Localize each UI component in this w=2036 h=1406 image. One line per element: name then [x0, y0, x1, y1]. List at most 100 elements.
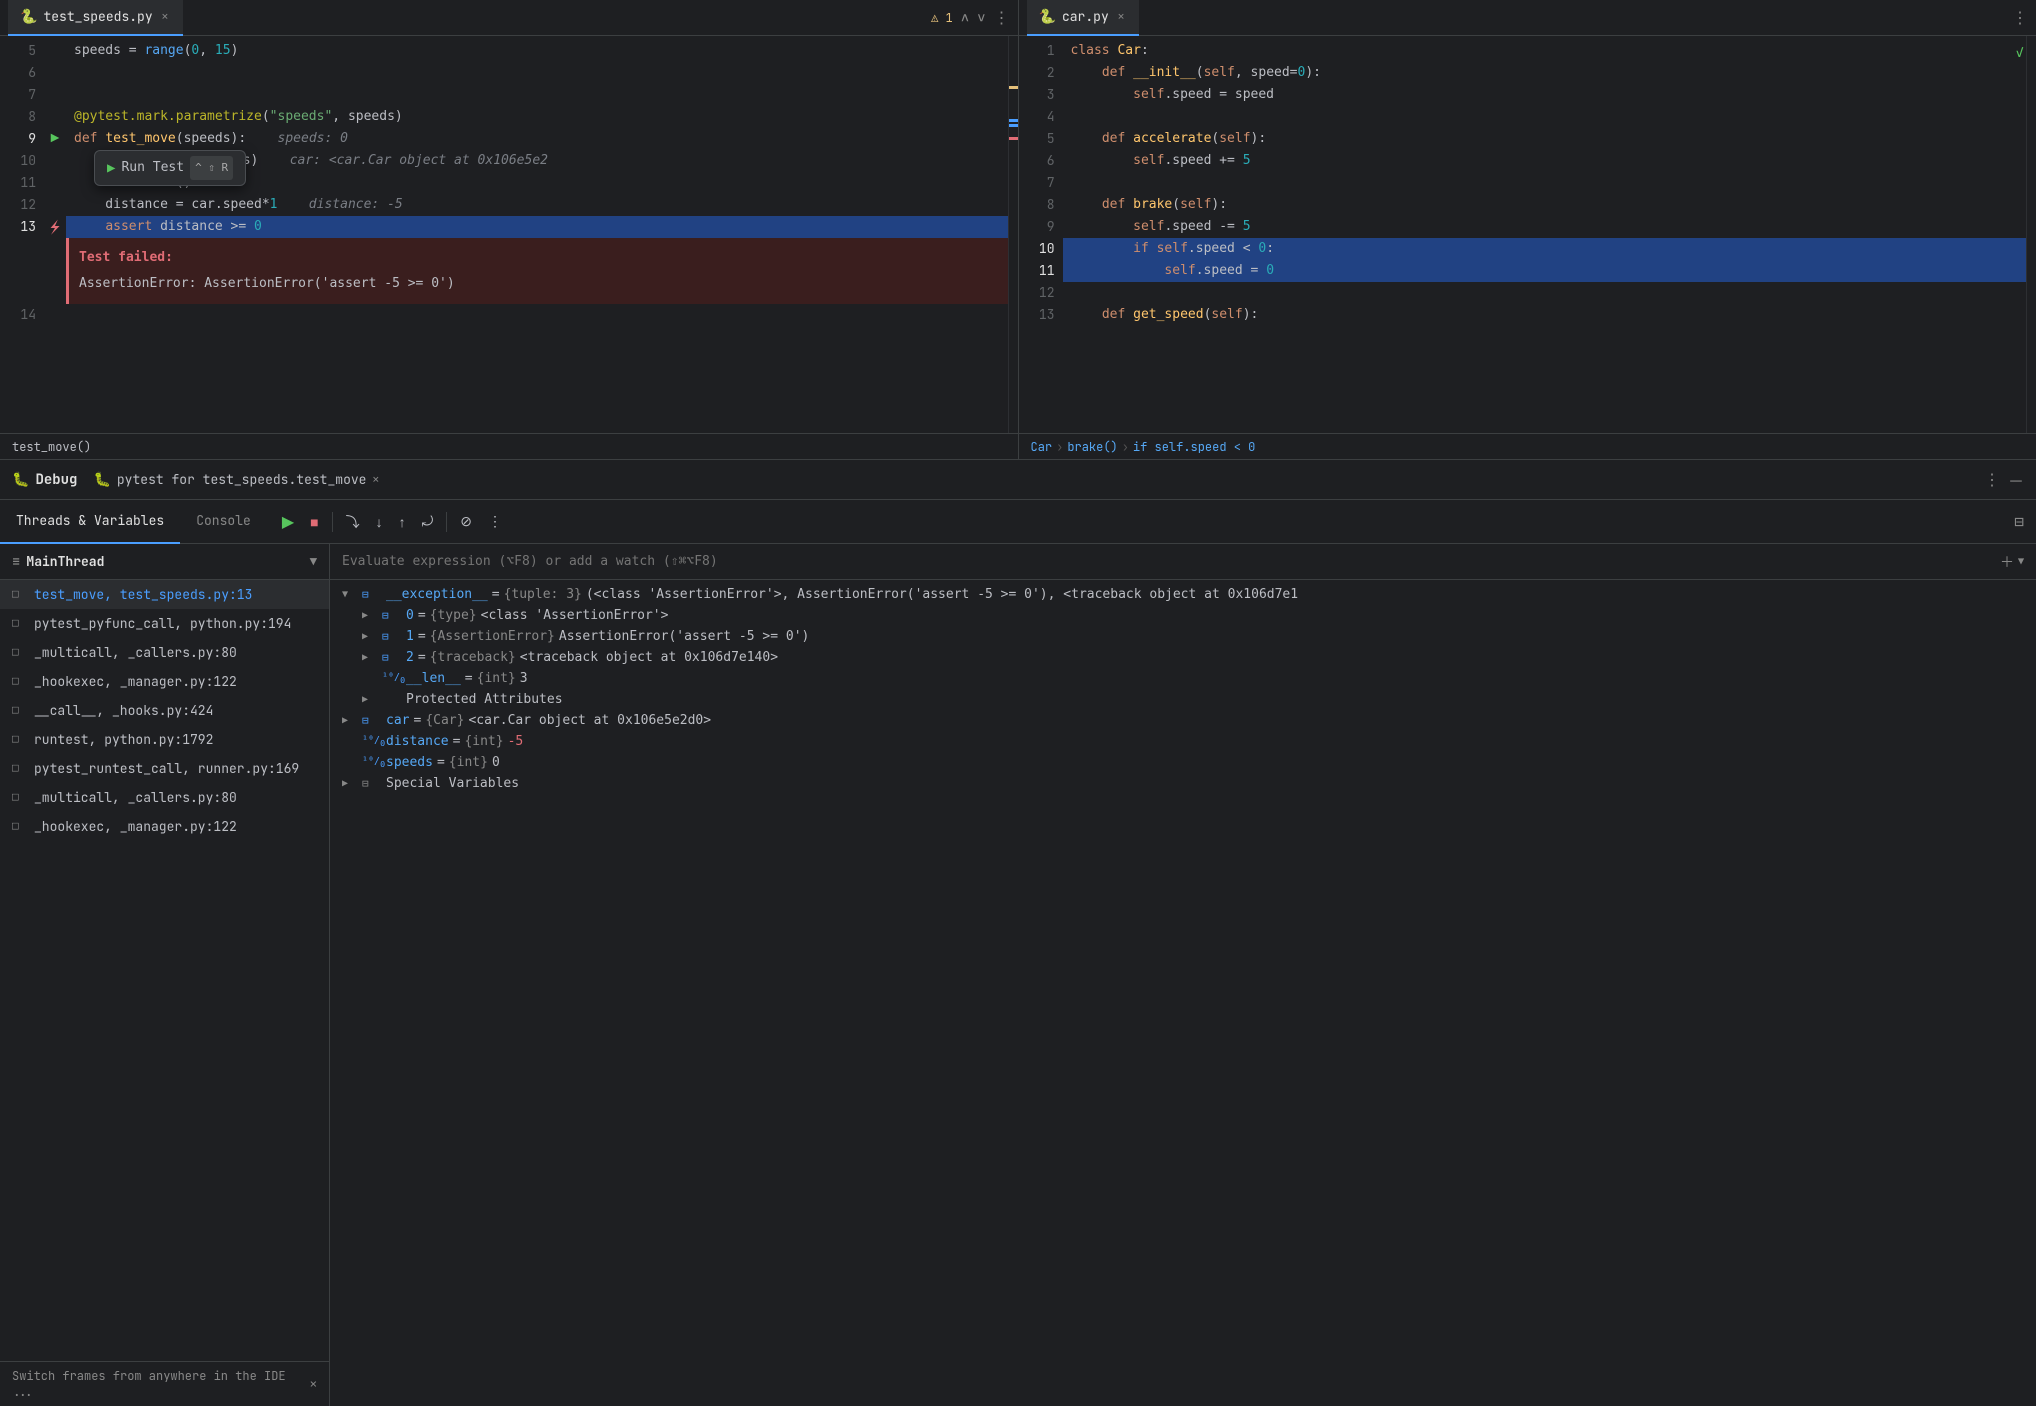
- step-over-button[interactable]: ⤵: [339, 508, 367, 536]
- tab-test-speeds-close[interactable]: ✕: [159, 9, 172, 25]
- resume-button[interactable]: ▶: [275, 508, 301, 536]
- scroll-mark-error: [1009, 137, 1018, 140]
- session-close[interactable]: ✕: [372, 473, 379, 487]
- frame-pytest-pyfunc[interactable]: □ pytest_pyfunc_call, python.py:194: [0, 609, 329, 638]
- protected-expand: ▶: [362, 694, 378, 705]
- minimize-icon[interactable]: －: [2008, 468, 2024, 492]
- var-0[interactable]: ▶ ⊟ 0 = {type} <class 'AssertionError'>: [330, 605, 2036, 626]
- frame-icon-8: □: [12, 820, 26, 834]
- var0-expand: ▶: [362, 610, 378, 621]
- add-watch-btn[interactable]: ＋ ▼: [2000, 552, 2024, 572]
- expr-input[interactable]: [342, 554, 1992, 569]
- special-name: Special Variables: [386, 776, 519, 791]
- nav-up-icon[interactable]: ∧: [961, 9, 969, 27]
- var1-expand: ▶: [362, 631, 378, 642]
- gutter: ▶ ⚡: [44, 36, 66, 433]
- var-special[interactable]: ▶ ⊟ Special Variables: [330, 773, 2036, 794]
- var-len[interactable]: ¹⁰/0 __len__ = {int} 3: [330, 668, 2036, 689]
- switch-frames-close[interactable]: ✕: [310, 1376, 317, 1392]
- mute-breakpoints-button[interactable]: ⊘: [453, 509, 479, 534]
- add-icon: ＋: [2000, 552, 2014, 572]
- frame-test-move[interactable]: □ test_move, test_speeds.py:13: [0, 580, 329, 609]
- var-2[interactable]: ▶ ⊟ 2 = {traceback} <traceback object at…: [330, 647, 2036, 668]
- speeds-type: {int}: [449, 755, 488, 770]
- frame-icon-3: □: [12, 675, 26, 689]
- thread-chevron[interactable]: ▼: [310, 554, 317, 570]
- editor-left: 🐍 test_speeds.py ✕ ⚠ 1 ∧ ∨ ⋮ 5 6 7: [0, 0, 1019, 459]
- frame-label-8: _hookexec, _manager.py:122: [34, 818, 237, 835]
- right-line-9: self.speed -= 5: [1071, 216, 2019, 238]
- scroll-mark-warning: [1009, 86, 1018, 89]
- debug-tab-threads[interactable]: Threads & Variables: [0, 500, 180, 544]
- left-code-area: 5 6 7 8 9 10 11 12 13 14: [0, 36, 1018, 433]
- frame-icon-4: □: [12, 704, 26, 718]
- tab-car-close[interactable]: ✕: [1115, 9, 1128, 25]
- right-line-11: self.speed = 0: [1063, 260, 2027, 282]
- right-editor-scrollbar[interactable]: [2026, 36, 2036, 433]
- frame-pytest-runtest[interactable]: □ pytest_runtest_call, runner.py:169: [0, 754, 329, 783]
- right-breadcrumb: Car › brake() › if self.speed < 0: [1019, 433, 2036, 459]
- frame-multicall-1[interactable]: □ _multicall, _callers.py:80: [0, 638, 329, 667]
- frame-label-7: _multicall, _callers.py:80: [34, 789, 237, 806]
- run-to-cursor-button[interactable]: ⤾: [415, 509, 441, 534]
- frame-icon-7: □: [12, 791, 26, 805]
- frame-label-5: runtest, python.py:1792: [34, 731, 213, 748]
- chevron-down-icon: ▼: [2018, 555, 2024, 568]
- frame-call[interactable]: □ __call__, _hooks.py:424: [0, 696, 329, 725]
- run-test-popup[interactable]: ▶ Run Test ^ ⇧ R: [94, 150, 246, 186]
- var-car[interactable]: ▶ ⊟ car = {Car} <car.Car object at 0x106…: [330, 710, 2036, 731]
- code-line-5: speeds = range(0, 15): [74, 40, 1000, 62]
- var2-type: {traceback}: [430, 650, 516, 665]
- right-line-12: [1071, 282, 2019, 304]
- right-line-6: self.speed += 5: [1071, 150, 2019, 172]
- tab-test-speeds[interactable]: 🐍 test_speeds.py ✕: [8, 0, 183, 36]
- var-1[interactable]: ▶ ⊟ 1 = {AssertionError} AssertionError(…: [330, 626, 2036, 647]
- var-protected[interactable]: ▶ Protected Attributes: [330, 689, 2036, 710]
- var1-value: AssertionError('assert -5 >= 0'): [559, 629, 809, 644]
- speeds-name: speeds: [386, 755, 433, 770]
- frame-runtest[interactable]: □ runtest, python.py:1792: [0, 725, 329, 754]
- frame-hookexec-1[interactable]: □ _hookexec, _manager.py:122: [0, 667, 329, 696]
- exception-eq: =: [492, 587, 500, 602]
- frame-label-1: pytest_pyfunc_call, python.py:194: [34, 615, 291, 632]
- breadcrumb-car: Car: [1031, 439, 1053, 455]
- frame-hookexec-2[interactable]: □ _hookexec, _manager.py:122: [0, 812, 329, 841]
- layout-toggle[interactable]: ⊟: [2002, 511, 2036, 532]
- right-check-icon: ✓: [2015, 44, 2024, 62]
- var2-icon: ⊟: [382, 651, 402, 664]
- var-distance[interactable]: ¹⁰/0 distance = {int} -5: [330, 731, 2036, 752]
- step-out-button[interactable]: ↑: [392, 510, 413, 534]
- more-options-icon[interactable]: ⋮: [1984, 469, 2000, 490]
- var0-name: 0: [406, 608, 414, 623]
- varlen-icon: ¹⁰/0: [382, 672, 402, 685]
- speeds-icon: ¹⁰/0: [362, 756, 382, 769]
- debug-content: ≡ MainThread ▼ □ test_move, test_speeds.…: [0, 544, 2036, 1406]
- error-gutter-icon: ⚡: [50, 217, 60, 238]
- right-more-actions[interactable]: ⋮: [2012, 7, 2028, 28]
- debug-tab-console[interactable]: Console: [180, 500, 267, 544]
- step-into-button[interactable]: ↓: [369, 510, 390, 534]
- var-speeds[interactable]: ¹⁰/0 speeds = {int} 0: [330, 752, 2036, 773]
- special-icon: ⊟: [362, 777, 382, 790]
- tab-car-label: car.py: [1062, 8, 1109, 25]
- var2-name: 2: [406, 650, 414, 665]
- app-container: 🐍 test_speeds.py ✕ ⚠ 1 ∧ ∨ ⋮ 5 6 7: [0, 0, 2036, 1406]
- run-test-gutter-icon[interactable]: ▶: [51, 130, 59, 148]
- stop-button[interactable]: ■: [303, 510, 325, 534]
- left-breadcrumb: test_move(): [0, 433, 1018, 459]
- frame-label-0: test_move, test_speeds.py:13: [34, 586, 252, 603]
- right-line-10: if self.speed < 0:: [1063, 238, 2027, 260]
- nav-down-icon[interactable]: ∨: [977, 9, 985, 27]
- var-exception[interactable]: ▼ ⊟ __exception__ = {tuple: 3} (<class '…: [330, 584, 2036, 605]
- editor-area: 🐍 test_speeds.py ✕ ⚠ 1 ∧ ∨ ⋮ 5 6 7: [0, 0, 2036, 460]
- left-editor-scrollbar[interactable]: [1008, 36, 1018, 433]
- var1-icon: ⊟: [382, 630, 402, 643]
- more-actions-icon[interactable]: ⋮: [994, 7, 1010, 28]
- frame-multicall-2[interactable]: □ _multicall, _callers.py:80: [0, 783, 329, 812]
- tab-car[interactable]: 🐍 car.py ✕: [1027, 0, 1140, 36]
- debug-top-bar: 🐛 Debug 🐛 pytest for test_speeds.test_mo…: [0, 460, 2036, 500]
- run-test-shortcut: ^ ⇧ R: [190, 156, 233, 180]
- right-line-2: def __init__(self, speed=0):: [1071, 62, 2019, 84]
- more-debug-actions[interactable]: ⋮: [481, 509, 509, 534]
- debug-tab-label[interactable]: 🐛 Debug: [12, 471, 77, 489]
